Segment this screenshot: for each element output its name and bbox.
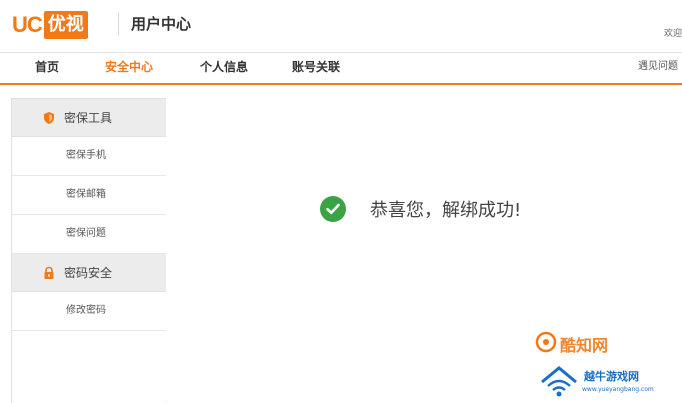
uc-logo[interactable]: UC 优视	[12, 11, 88, 39]
wifi-house-icon	[541, 366, 577, 397]
welcome-text: 欢迎	[663, 29, 682, 39]
nav-item-personal-info[interactable]: 个人信息	[200, 53, 248, 81]
watermark: 酷知网 越牛游戏网 www.yueyangbang.com	[522, 322, 682, 402]
watermark-line2: 越牛游戏网	[584, 370, 639, 383]
header: UC 优视 用户中心 欢迎	[0, 0, 682, 50]
watermark-line3: www.yueyangbang.com	[582, 386, 654, 393]
sidebar-section-security-tools[interactable]: 密保工具	[12, 99, 166, 137]
sidebar: 密保工具 密保手机 密保邮箱 密保问题 密码安全 修改密码	[11, 98, 167, 403]
header-divider	[118, 12, 119, 36]
nav-item-home[interactable]: 首页	[35, 53, 59, 81]
lock-icon	[42, 266, 56, 280]
sidebar-section-label: 密保工具	[64, 111, 113, 125]
shield-icon	[42, 111, 56, 125]
nav-item-security-center[interactable]: 安全中心	[105, 53, 153, 81]
help-link[interactable]: 遇见问题	[638, 53, 678, 81]
check-circle-icon	[320, 196, 346, 222]
logo-uc-text: UC	[12, 12, 43, 37]
watermark-line1: 酷知网	[560, 336, 609, 355]
sidebar-item-secure-question[interactable]: 密保问题	[12, 215, 166, 254]
watermark-logo-icon	[535, 331, 557, 353]
nav-item-account-link[interactable]: 账号关联	[292, 53, 340, 81]
sidebar-item-secure-phone[interactable]: 密保手机	[12, 137, 166, 176]
logo-yoku-text: 优视	[43, 11, 88, 39]
sidebar-section-label: 密码安全	[64, 266, 113, 280]
sidebar-item-secure-email[interactable]: 密保邮箱	[12, 176, 166, 215]
page-title: 用户中心	[131, 15, 192, 33]
success-message: 恭喜您，解绑成功!	[370, 200, 522, 221]
top-nav: 首页 安全中心 个人信息 账号关联 遇见问题	[0, 52, 682, 85]
success-notice: 恭喜您，解绑成功!	[320, 196, 521, 222]
sidebar-section-password-security[interactable]: 密码安全	[12, 254, 166, 292]
sidebar-item-change-password[interactable]: 修改密码	[12, 292, 166, 331]
